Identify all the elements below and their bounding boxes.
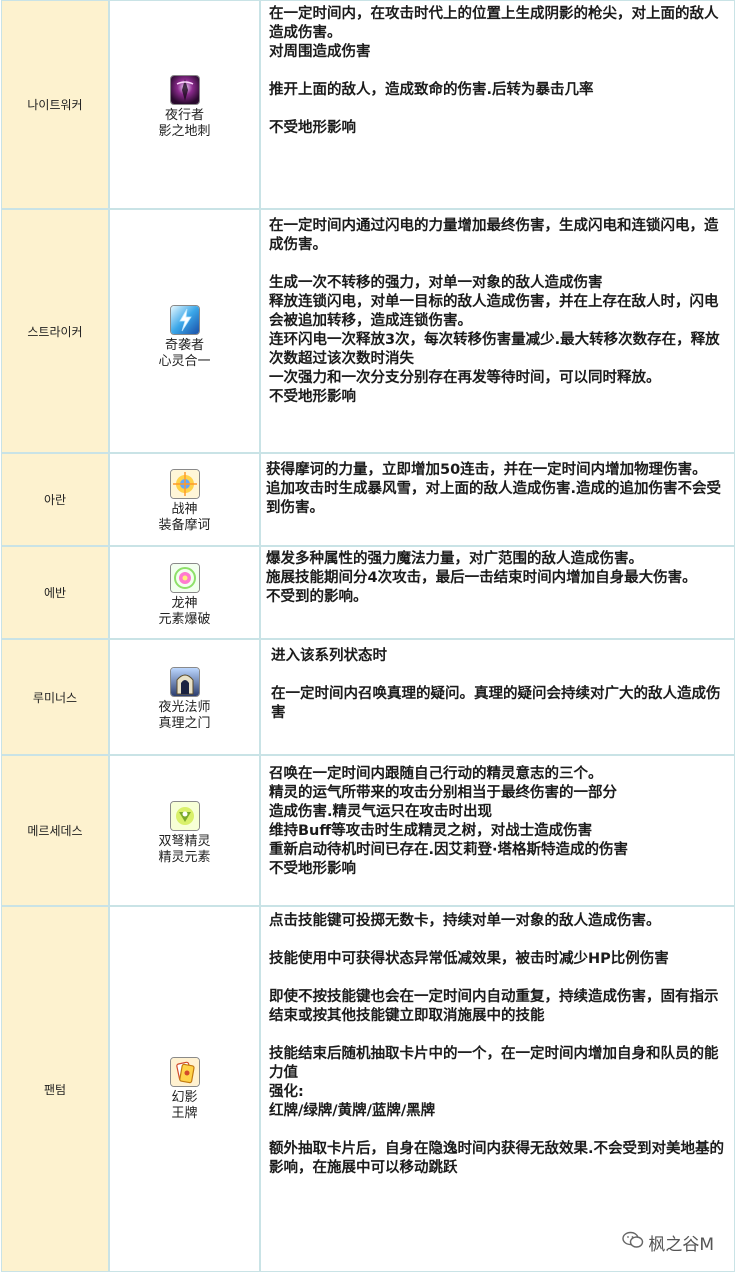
class-name-cell: 메르세데스	[1, 755, 109, 906]
description-line: 点击技能键可投掷无数卡，持续对单一对象的敌人造成伤害。	[269, 913, 661, 929]
mercedes-skill-icon	[169, 801, 200, 831]
class-name-cell: 에반	[1, 546, 109, 639]
class-name: 팬텀	[43, 1082, 67, 1097]
description-line: 释放连锁闪电，对单一目标的敌人造成伤害，并在上存在敌人时，闪电会被追加转移，造成…	[269, 294, 719, 329]
description-line: 不受地形影响	[269, 120, 356, 136]
skill-cell: 龙神 元素爆破	[109, 546, 260, 639]
description-gap	[269, 1121, 732, 1140]
skill-cell: 双弩精灵 精灵元素	[109, 755, 260, 906]
description-line: 一次强力和一次分支分别存在再发等待时间，可以同时释放。	[269, 370, 661, 386]
striker-skill-icon	[169, 304, 200, 335]
aran-skill-icon	[169, 469, 200, 499]
evan-skill-icon	[169, 563, 200, 593]
skill-class-name: 战神	[171, 502, 198, 517]
table-row: 나이트워커 夜行者 影之地刺 在一定时间内，在攻击时代上的位置上生成阴影的枪尖，…	[0, 0, 736, 209]
skill-name: 影之地刺	[158, 124, 211, 139]
description-line: 强化:	[269, 1084, 304, 1100]
class-name: 스트라이커	[27, 324, 83, 339]
skill-description: 进入该系列状态时 在一定时间内召唤真理的疑问。真理的疑问会持续对广大的敌人造成伤…	[260, 639, 735, 755]
skill-cell: 奇袭者 心灵合一	[109, 209, 260, 453]
description-gap	[271, 666, 732, 685]
description-line: 维持Buff等攻击时生成精灵之树，对战士造成伤害	[269, 823, 593, 839]
skill-class-name: 夜行者	[164, 108, 204, 123]
class-name: 메르세데스	[27, 824, 83, 838]
luminous-skill-icon	[169, 666, 200, 697]
class-name-cell: 팬텀	[1, 906, 109, 1272]
description-gap	[269, 100, 732, 119]
skill-description: 在一定时间内通过闪电的力量增加最终伤害，生成闪电和连锁闪电，造成伤害。 生成一次…	[260, 209, 735, 453]
description-line: 即使不按技能键也会在一定时间内自动重复，持续造成伤害，固有指示结束或按其他技能键…	[269, 989, 719, 1024]
skill-class-name: 双弩精灵	[158, 834, 211, 849]
wechat-icon	[622, 1231, 648, 1254]
skill-class-name: 龙神	[171, 596, 198, 611]
description-line: 进入该系列状态时	[271, 648, 387, 664]
skill-name: 精灵元素	[158, 850, 211, 865]
skill-description: 获得摩诃的力量，立即增加50连击，并在一定时间内增加物理伤害。 追加攻击时生成暴…	[260, 453, 735, 546]
skill-class-name: 奇袭者	[164, 337, 204, 353]
skill-name: 元素爆破	[158, 612, 211, 627]
description-line: 召唤在一定时间内跟随自己行动的精灵意志的三个。	[269, 766, 603, 782]
description-line: 不受地形影响	[269, 389, 356, 405]
table-row: 스트라이커 奇袭者 心灵合一 在一定时间内通过闪电的力量增加最终伤害，生成闪电和…	[0, 209, 736, 453]
description-line: 精灵的运气所带来的攻击分别相当于最终伤害的一部分	[269, 785, 617, 801]
table-row: 에반 龙神 元素爆破 爆发多种属性的强力魔法力量，对广范围的敌人造成伤害。 施展…	[0, 546, 736, 639]
skill-name: 王牌	[171, 1105, 198, 1121]
skill-description: 召唤在一定时间内跟随自己行动的精灵意志的三个。 精灵的运气所带来的攻击分别相当于…	[260, 755, 735, 906]
description-line: 技能使用中可获得状态异常低减效果，被击时减少HP比例伤害	[269, 951, 669, 967]
class-name: 루미너스	[32, 690, 78, 705]
description-line: 技能结束后随机抽取卡片中的一个，在一定时间内增加自身和队员的能力值	[269, 1046, 719, 1081]
skill-description: 爆发多种属性的强力魔法力量，对广范围的敌人造成伤害。 施展技能期间分4次攻击，最…	[260, 546, 735, 639]
skill-class-name: 夜光法师	[158, 699, 211, 715]
description-line: 不受到的影响。	[266, 589, 368, 605]
class-name: 아란	[43, 493, 67, 507]
class-name-cell: 아란	[1, 453, 109, 546]
description-line: 追加攻击时生成暴风雪，对上面的敌人造成伤害.造成的追加伤害不会受到伤害。	[266, 481, 722, 516]
skill-cell: 战神 装备摩诃	[109, 453, 260, 546]
description-line: 连环闪电一次释放3次，每次转移伤害量减少.最大转移次数存在，释放次数超过该次数时…	[269, 332, 720, 367]
skill-description: 在一定时间内，在攻击时代上的位置上生成阴影的枪尖，对上面的敌人造成伤害。 对周围…	[260, 0, 735, 209]
watermark-text: 枫之谷M	[648, 1235, 714, 1255]
class-name: 나이트워커	[27, 98, 83, 112]
description-gap	[269, 969, 732, 988]
description-line: 不受地形影响	[269, 861, 356, 877]
description-line: 施展技能期间分4次攻击，最后一击结束时间内增加自身最大伤害。	[266, 570, 697, 586]
table-row: 팬텀 幻影 王牌 点击技能键可投掷无数卡，持续对单一对象的敌人造成伤害。 技能使…	[0, 906, 736, 1272]
class-name-cell: 나이트워커	[1, 0, 109, 209]
description-line: 爆发多种属性的强力魔法力量，对广范围的敌人造成伤害。	[266, 551, 643, 567]
description-line: 生成一次不转移的强力，对单一对象的敌人造成伤害	[269, 275, 603, 291]
table-row: 루미너스 夜光法师 真理之门 进入该系列状态时 在一定时间内召唤真理的疑问。真理…	[0, 639, 736, 755]
watermark: 枫之谷M	[622, 1230, 714, 1255]
description-gap	[269, 1026, 732, 1045]
nightwalker-skill-icon	[169, 75, 200, 105]
class-name-cell: 루미너스	[1, 639, 109, 755]
skill-class-name: 幻影	[171, 1089, 198, 1105]
skill-cell: 幻影 王牌	[109, 906, 260, 1272]
description-line: 在一定时间内召唤真理的疑问。真理的疑问会持续对广大的敌人造成伤害	[271, 686, 721, 721]
table-row: 아란 战神 装备摩诃 获得摩诃的力量，立即增加50连击，并在一定时间内增加物理伤…	[0, 453, 736, 546]
description-line: 获得摩诃的力量，立即增加50连击，并在一定时间内增加物理伤害。	[266, 462, 707, 478]
class-name: 에반	[43, 586, 67, 600]
skill-cell: 夜光法师 真理之门	[109, 639, 260, 755]
description-line: 推开上面的敌人，造成致命的伤害.后转为暴击几率	[269, 82, 594, 98]
skill-name: 心灵合一	[158, 353, 211, 369]
phantom-skill-icon	[169, 1056, 200, 1087]
description-gap	[269, 931, 732, 950]
skill-cell: 夜行者 影之地刺	[109, 0, 260, 209]
table-row: 메르세데스 双弩精灵 精灵元素 召唤在一定时间内跟随自己行动的精灵意志的三个。 …	[0, 755, 736, 906]
description-line: 对周围造成伤害	[269, 44, 371, 60]
skill-description: 点击技能键可投掷无数卡，持续对单一对象的敌人造成伤害。 技能使用中可获得状态异常…	[260, 906, 735, 1272]
description-line: 在一定时间内，在攻击时代上的位置上生成阴影的枪尖，对上面的敌人造成伤害。	[269, 6, 719, 41]
skill-name: 真理之门	[158, 715, 211, 731]
description-line: 在一定时间内通过闪电的力量增加最终伤害，生成闪电和连锁闪电，造成伤害。	[269, 218, 719, 253]
description-line: 红牌/绿牌/黄牌/蓝牌/黑牌	[269, 1103, 436, 1119]
skill-name: 装备摩诃	[158, 518, 211, 533]
class-name-cell: 스트라이커	[1, 209, 109, 453]
description-line: 额外抽取卡片后，自身在隐逸时间内获得无敌效果.不会受到对美地基的影响，在施展中可…	[269, 1141, 725, 1176]
description-line: 造成伤害.精灵气运只在攻击时出现	[269, 804, 493, 820]
description-line: 重新启动待机时间已存在.因艾莉登·塔格斯特造成的伤害	[269, 842, 629, 858]
description-gap	[269, 62, 732, 81]
description-gap	[269, 255, 732, 274]
